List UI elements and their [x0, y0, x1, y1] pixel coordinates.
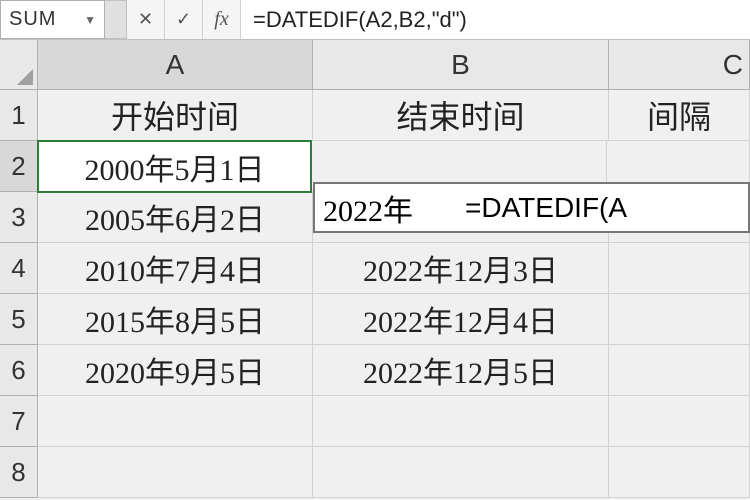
- cell-B4[interactable]: 2022年12月3日: [313, 243, 609, 294]
- formula-text: =DATEDIF(A2,B2,"d"): [253, 7, 467, 33]
- cell-B2-visible: 2022年: [315, 186, 459, 230]
- row-header-7[interactable]: 7: [0, 396, 38, 447]
- cell-A1[interactable]: 开始时间: [38, 90, 313, 141]
- cell-A3[interactable]: 2005年6月2日: [38, 192, 313, 243]
- row-header-6[interactable]: 6: [0, 345, 38, 396]
- cell-B7[interactable]: [313, 396, 609, 447]
- table-row: 4 2010年7月4日 2022年12月3日: [0, 243, 750, 294]
- cell-C5[interactable]: [609, 294, 750, 345]
- cell-C4[interactable]: [609, 243, 750, 294]
- name-box[interactable]: SUM ▼: [0, 0, 105, 39]
- name-box-value: SUM: [9, 8, 84, 31]
- cell-C7[interactable]: [609, 396, 750, 447]
- cell-C2-overflow: =DATEDIF(A: [459, 192, 748, 224]
- cell-B6[interactable]: 2022年12月5日: [313, 345, 609, 396]
- cell-A7[interactable]: [38, 396, 313, 447]
- formula-bar: SUM ▼ ✕ ✓ fx =DATEDIF(A2,B2,"d"): [0, 0, 750, 40]
- table-row: 5 2015年8月5日 2022年12月4日: [0, 294, 750, 345]
- confirm-icon[interactable]: ✓: [165, 0, 203, 39]
- col-header-A[interactable]: A: [38, 40, 313, 90]
- fx-icon[interactable]: fx: [203, 0, 241, 39]
- cell-C8[interactable]: [609, 447, 750, 498]
- cell-A8[interactable]: [38, 447, 313, 498]
- col-header-B[interactable]: B: [313, 40, 609, 90]
- row-header-4[interactable]: 4: [0, 243, 38, 294]
- cell-C6[interactable]: [609, 345, 750, 396]
- table-row: 7: [0, 396, 750, 447]
- select-all-corner[interactable]: [0, 40, 38, 90]
- cancel-icon[interactable]: ✕: [127, 0, 165, 39]
- cell-A6[interactable]: 2020年9月5日: [38, 345, 313, 396]
- table-row: 6 2020年9月5日 2022年12月5日: [0, 345, 750, 396]
- grid: 1 开始时间 结束时间 间隔 2 2000年5月1日 2022年 =DATEDI…: [0, 90, 750, 498]
- row-header-1[interactable]: 1: [0, 90, 38, 141]
- col-header-C[interactable]: C: [609, 40, 750, 90]
- formula-input[interactable]: =DATEDIF(A2,B2,"d"): [241, 0, 750, 39]
- cell-B1[interactable]: 结束时间: [313, 90, 609, 141]
- chevron-down-icon[interactable]: ▼: [84, 13, 96, 27]
- row-header-5[interactable]: 5: [0, 294, 38, 345]
- cell-C1[interactable]: 间隔: [609, 90, 750, 141]
- cell-B8[interactable]: [313, 447, 609, 498]
- table-row: 1 开始时间 结束时间 间隔: [0, 90, 750, 141]
- cell-A2[interactable]: 2000年5月1日: [37, 140, 312, 193]
- name-box-divider: [105, 0, 127, 39]
- row-header-8[interactable]: 8: [0, 447, 38, 498]
- cell-B5[interactable]: 2022年12月4日: [313, 294, 609, 345]
- editing-overlay[interactable]: 2022年 =DATEDIF(A: [313, 182, 750, 233]
- table-row: 8: [0, 447, 750, 498]
- cell-A4[interactable]: 2010年7月4日: [38, 243, 313, 294]
- row-header-3[interactable]: 3: [0, 192, 38, 243]
- cell-A5[interactable]: 2015年8月5日: [38, 294, 313, 345]
- row-header-2[interactable]: 2: [0, 141, 38, 192]
- column-header-row: A B C: [0, 40, 750, 90]
